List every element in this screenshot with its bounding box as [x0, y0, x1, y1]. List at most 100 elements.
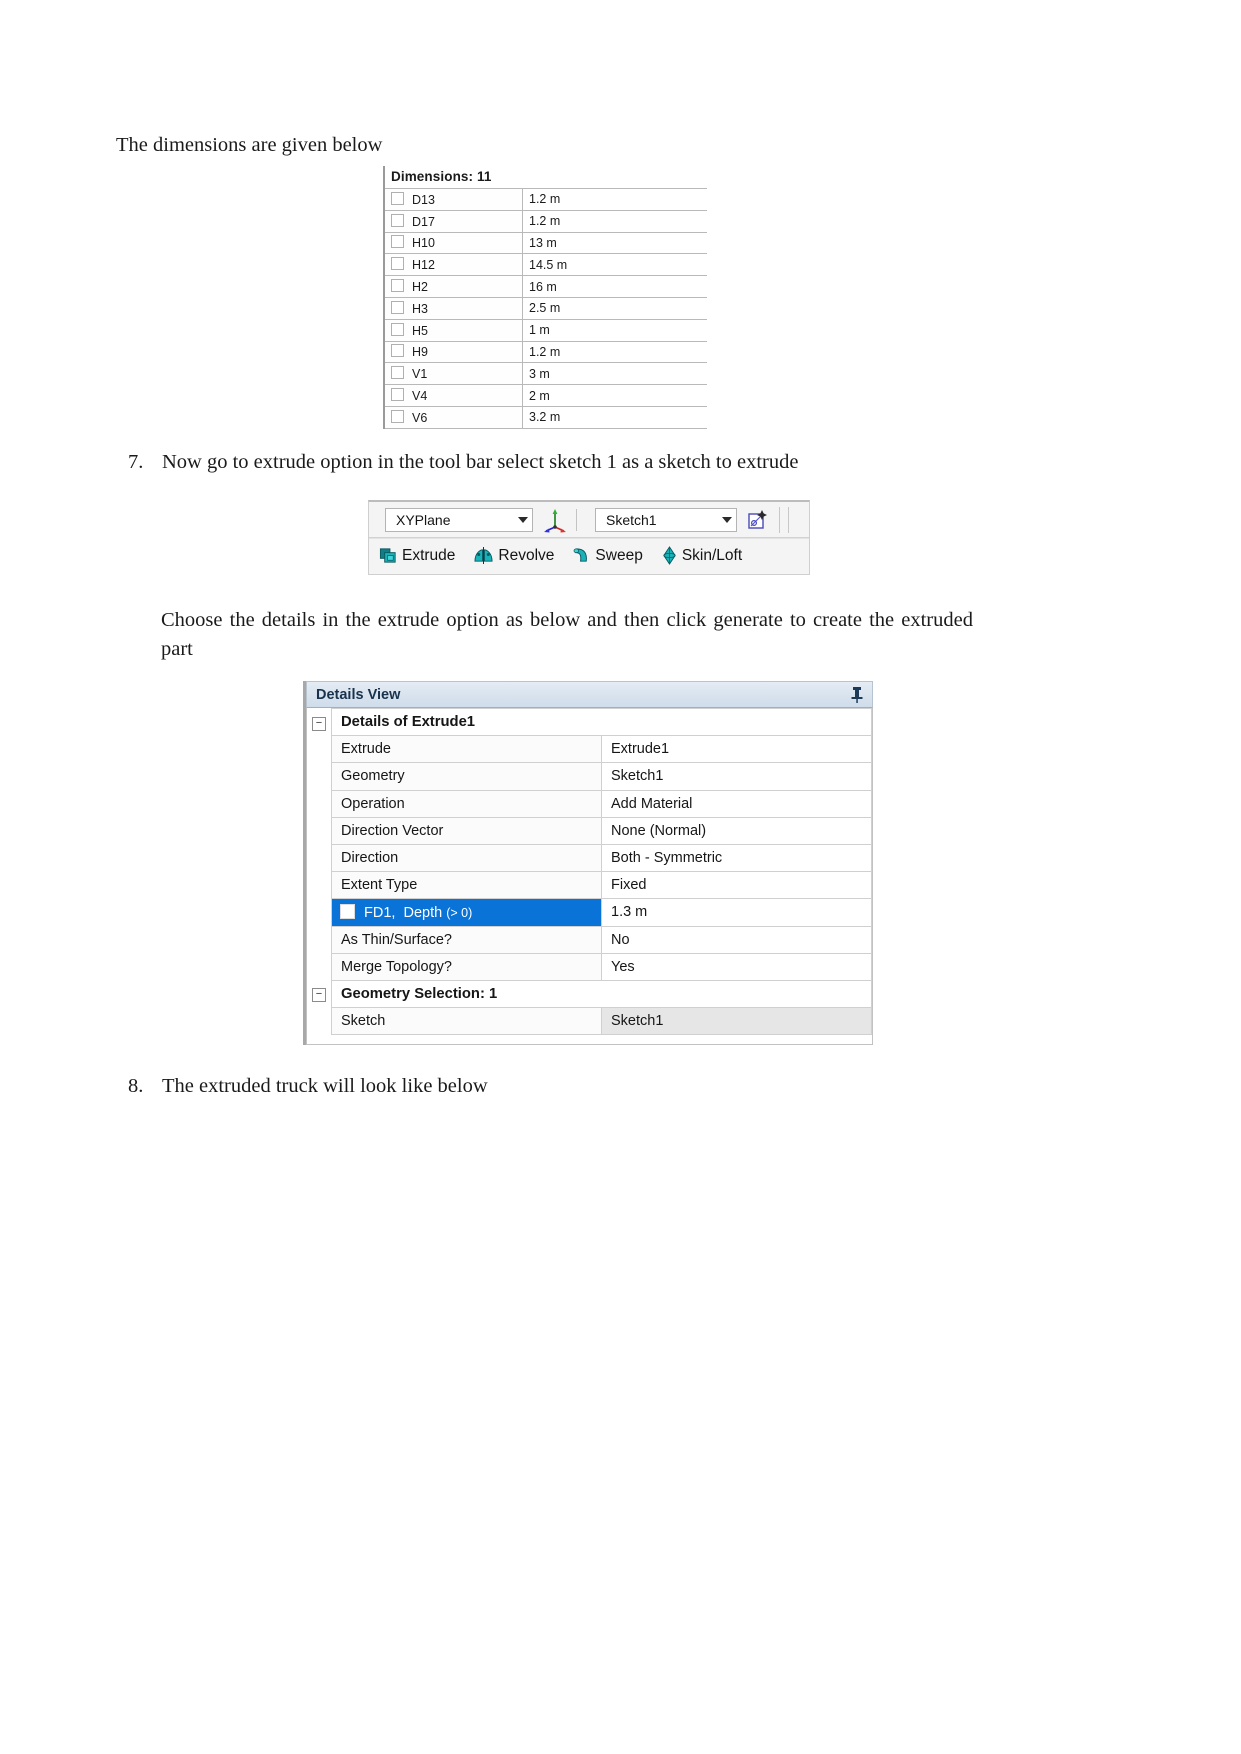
document-page: The dimensions are given below Dimension…: [0, 0, 1241, 1754]
gutter-cell: [307, 898, 332, 926]
table-row[interactable]: H3 2.5 m: [385, 296, 707, 320]
checkbox-icon[interactable]: [391, 322, 404, 336]
skin-loft-button[interactable]: Skin/Loft: [659, 545, 744, 566]
table-row[interactable]: H12 14.5 m: [385, 253, 707, 276]
checkbox-icon[interactable]: [391, 279, 404, 293]
dimension-value: 1.2 m: [522, 340, 707, 363]
checkbox-icon[interactable]: [391, 235, 404, 249]
property-value[interactable]: Extrude1: [601, 735, 872, 764]
table-row[interactable]: Geometry Sketch1: [307, 762, 872, 791]
list-number: 8.: [128, 1075, 144, 1097]
gutter-cell: [307, 735, 332, 763]
pin-icon[interactable]: [850, 686, 864, 704]
property-value[interactable]: Yes: [601, 952, 872, 981]
property-value[interactable]: Both - Symmetric: [601, 843, 872, 873]
table-row[interactable]: D17 1.2 m: [385, 209, 707, 233]
table-row[interactable]: H9 1.2 m: [385, 340, 707, 363]
dimension-name-cell: H5: [385, 318, 523, 342]
checkbox-icon[interactable]: [391, 344, 404, 358]
list-number: 7.: [128, 451, 144, 473]
new-sketch-icon[interactable]: [745, 508, 771, 532]
collapse-toggle-icon[interactable]: −: [312, 716, 326, 731]
table-row[interactable]: V6 3.2 m: [385, 405, 707, 429]
table-row[interactable]: Direction Vector None (Normal): [307, 816, 872, 845]
table-row[interactable]: Merge Topology? Yes: [307, 952, 872, 981]
property-value[interactable]: No: [601, 925, 872, 954]
table-row[interactable]: Direction Both - Symmetric: [307, 843, 872, 873]
dimension-name: V1: [412, 367, 428, 382]
revolve-button[interactable]: Revolve: [471, 545, 556, 566]
checkbox-icon[interactable]: [391, 388, 404, 402]
table-row[interactable]: Extent Type Fixed: [307, 871, 872, 900]
table-row[interactable]: Operation Add Material: [307, 789, 872, 818]
list-text: The extruded truck will look like below: [162, 1075, 488, 1097]
dimension-value: 2.5 m: [522, 296, 707, 320]
property-value[interactable]: Sketch1: [601, 1007, 872, 1036]
dimension-name-cell: V4: [385, 384, 523, 407]
property-label: As Thin/Surface?: [331, 925, 602, 954]
dimension-name-cell: H2: [385, 275, 523, 298]
table-row[interactable]: D13 1.2 m: [385, 188, 707, 211]
axis-triad-icon[interactable]: [542, 507, 568, 533]
table-row[interactable]: H2 16 m: [385, 275, 707, 298]
property-value[interactable]: Sketch1: [601, 762, 872, 791]
sketch-select[interactable]: Sketch1: [595, 507, 737, 532]
expander-cell[interactable]: −: [307, 980, 332, 1008]
table-row[interactable]: H10 13 m: [385, 231, 707, 254]
expander-cell[interactable]: −: [307, 708, 332, 736]
checkbox-icon[interactable]: [391, 191, 404, 205]
checkbox-icon[interactable]: [391, 409, 404, 423]
sweep-icon: [574, 548, 588, 562]
toolbar-row-bottom: Extrude Revolve Sweep Skin/Loft: [369, 538, 809, 572]
gutter-cell: [307, 926, 332, 954]
plane-select[interactable]: XYPlane: [385, 507, 533, 532]
toolbar-row-top: XYPlane Sketch1: [369, 502, 809, 538]
gutter-cell: [307, 844, 332, 872]
extrude-button[interactable]: Extrude: [377, 545, 457, 566]
dimension-name: H5: [412, 323, 428, 338]
table-row[interactable]: V4 2 m: [385, 384, 707, 407]
dimension-name: V4: [412, 389, 428, 404]
dimension-name-cell: H12: [385, 253, 523, 276]
checkbox-icon[interactable]: [391, 300, 404, 314]
details-view-body: − Details of Extrude1 Extrude Extrude1 Geome…: [306, 707, 873, 1045]
skin-loft-icon: [663, 546, 676, 565]
table-row[interactable]: Extrude Extrude1: [307, 735, 872, 764]
property-value[interactable]: Add Material: [601, 789, 872, 818]
toolbar-end-divider-2: [788, 506, 789, 533]
table-row[interactable]: H5 1 m: [385, 318, 707, 342]
extrude-button-label: Extrude: [402, 546, 456, 564]
checkbox-icon[interactable]: [391, 257, 404, 271]
table-row-selected[interactable]: FD1, Depth (> 0) 1.3 m: [307, 898, 872, 927]
property-value[interactable]: Fixed: [601, 871, 872, 900]
dimension-name-cell: V1: [385, 362, 523, 385]
gutter-cell: [307, 762, 332, 791]
revolve-button-label: Revolve: [498, 546, 555, 564]
dimension-name-cell: D17: [385, 209, 523, 233]
collapse-toggle-icon[interactable]: −: [312, 988, 326, 1003]
property-value[interactable]: None (Normal): [601, 816, 872, 845]
dimension-value: 1 m: [522, 318, 707, 342]
revolve-icon: [474, 546, 493, 565]
property-label: Extent Type: [331, 871, 602, 900]
table-row[interactable]: V1 3 m: [385, 362, 707, 385]
table-row[interactable]: Sketch Sketch1: [307, 1007, 872, 1036]
dimension-value: 1.2 m: [522, 209, 707, 233]
gutter-cell: [307, 953, 332, 981]
depth-property-value[interactable]: 1.3 m: [601, 898, 872, 927]
details-view-titlebar: Details View: [306, 681, 873, 708]
property-label: Direction: [331, 843, 602, 873]
dimensions-panel-figure: Dimensions: 11 D13 1.2 m D17 1.2 m H10 13 m H1…: [383, 166, 707, 429]
table-row[interactable]: As Thin/Surface? No: [307, 925, 872, 954]
checkbox-icon[interactable]: [340, 903, 355, 919]
details-table: − Details of Extrude1 Extrude Extrude1 Geome…: [307, 707, 872, 1036]
section-row: − Details of Extrude1: [307, 707, 872, 737]
dimension-name: H3: [412, 301, 428, 316]
choose-details-paragraph: Choose the details in the extrude option…: [161, 609, 973, 660]
intro-line: The dimensions are given below: [116, 134, 383, 156]
checkbox-icon[interactable]: [391, 366, 404, 380]
dimension-value: 13 m: [522, 231, 707, 254]
checkbox-icon[interactable]: [391, 213, 404, 227]
depth-property-label: FD1, Depth (> 0): [331, 898, 602, 927]
sweep-button[interactable]: Sweep: [570, 545, 644, 566]
